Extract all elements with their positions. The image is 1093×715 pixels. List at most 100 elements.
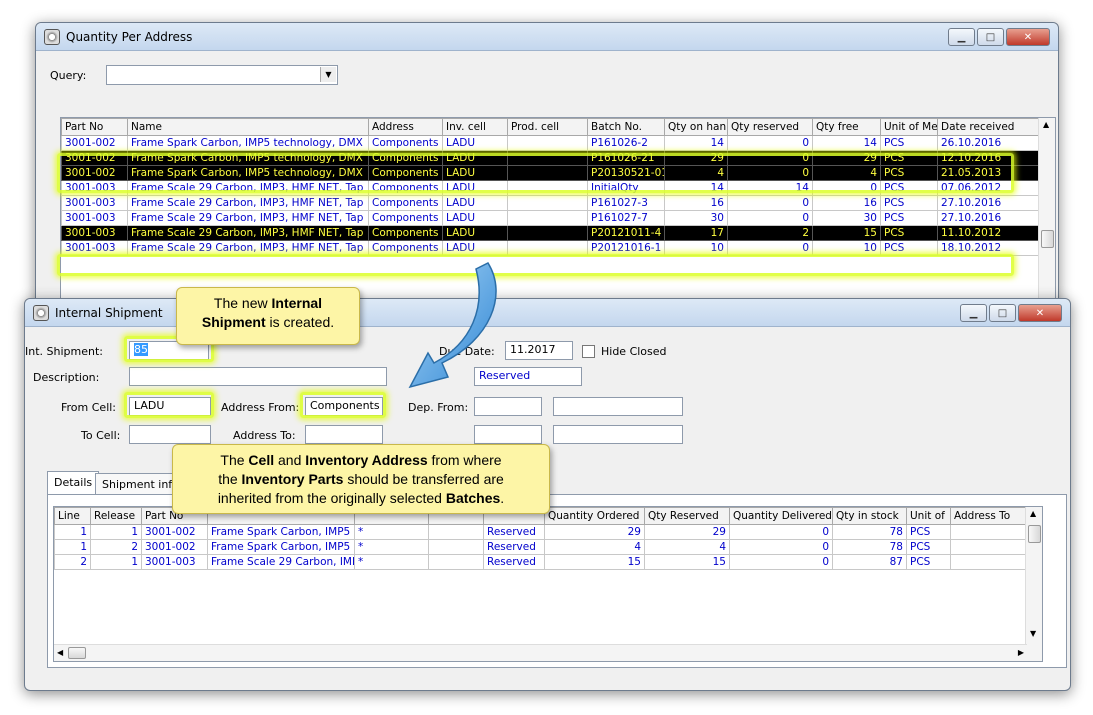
table-cell[interactable]: 3001-002 bbox=[61, 165, 128, 181]
table-cell[interactable]: Components bbox=[368, 195, 443, 211]
col-qty-free[interactable]: Qty free bbox=[812, 118, 881, 136]
table-cell[interactable]: P20130521-01 bbox=[587, 165, 665, 181]
table-cell[interactable]: 3001-003 bbox=[61, 240, 128, 256]
scroll-up-icon[interactable]: ▲ bbox=[1030, 509, 1036, 518]
is-vscrollbar[interactable]: ▲ ▼ bbox=[1025, 507, 1042, 661]
table-cell[interactable]: * bbox=[354, 539, 429, 555]
table-cell[interactable]: Frame Spark Carbon, IMP5 technology, DMX bbox=[127, 135, 369, 151]
table-cell[interactable]: Components bbox=[368, 165, 443, 181]
maximize-icon[interactable]: □ bbox=[977, 28, 1004, 46]
table-cell[interactable]: InitialQty bbox=[587, 180, 665, 196]
table-cell[interactable]: Frame Spark Carbon, IMP5 technology, DMX bbox=[127, 165, 369, 181]
table-cell[interactable]: Components bbox=[368, 210, 443, 226]
table-cell[interactable] bbox=[950, 539, 1027, 555]
table-cell[interactable]: LADU bbox=[442, 225, 508, 241]
table-cell[interactable]: 2 bbox=[727, 225, 813, 241]
table-cell[interactable]: 14 bbox=[664, 180, 728, 196]
table-cell[interactable]: 78 bbox=[832, 539, 907, 555]
table-cell[interactable]: 1 bbox=[54, 524, 91, 540]
col-part-no[interactable]: Part No bbox=[61, 118, 128, 136]
qpa-scrollbar[interactable]: ▲ bbox=[1038, 118, 1055, 320]
table-cell[interactable]: PCS bbox=[880, 165, 938, 181]
table-cell[interactable]: LADU bbox=[442, 210, 508, 226]
table-cell[interactable]: 17 bbox=[664, 225, 728, 241]
col-unit[interactable]: Unit of Me bbox=[880, 118, 938, 136]
from-cell-field[interactable]: LADU bbox=[129, 397, 211, 416]
col-batch-no[interactable]: Batch No. bbox=[587, 118, 665, 136]
scroll-right-icon[interactable]: ▶ bbox=[1018, 648, 1024, 657]
table-cell[interactable]: 07.06.2012 bbox=[937, 180, 1040, 196]
table-cell[interactable]: 10 bbox=[664, 240, 728, 256]
table-cell[interactable] bbox=[507, 165, 588, 181]
table-cell[interactable]: PCS bbox=[880, 135, 938, 151]
table-cell[interactable]: Components bbox=[368, 135, 443, 151]
table-cell[interactable]: 3001-003 bbox=[61, 180, 128, 196]
col-unit[interactable]: Unit of bbox=[906, 507, 951, 525]
is-hscrollbar[interactable]: ◀ ▶ bbox=[54, 644, 1027, 661]
chevron-down-icon[interactable]: ▼ bbox=[320, 67, 336, 82]
table-cell[interactable]: 18.10.2012 bbox=[937, 240, 1040, 256]
table-cell[interactable]: Components bbox=[368, 240, 443, 256]
minimize-icon[interactable]: ▁ bbox=[948, 28, 975, 46]
table-cell[interactable]: Frame Scale 29 Carbon, IMP3, HMF NET, Ta… bbox=[127, 240, 369, 256]
table-row[interactable]: 3001-002 Frame Spark Carbon, IMP5 technol… bbox=[61, 135, 1040, 151]
table-cell[interactable]: Frame Scale 29 Carbon, IMP3, HMF NET, Ta… bbox=[127, 225, 369, 241]
table-row[interactable]: 3001-003 Frame Scale 29 Carbon, IMP3, HMF… bbox=[61, 225, 1040, 241]
table-cell[interactable]: 3001-002 bbox=[141, 524, 208, 540]
table-row[interactable]: 1 1 3001-002 Frame Spark Carbon, IMP5 * Reser… bbox=[54, 524, 1027, 540]
table-cell[interactable]: 16 bbox=[812, 195, 881, 211]
table-cell[interactable]: 3001-003 bbox=[61, 225, 128, 241]
table-cell[interactable]: LADU bbox=[442, 180, 508, 196]
table-cell[interactable]: 1 bbox=[54, 539, 91, 555]
table-cell[interactable] bbox=[950, 524, 1027, 540]
table-cell[interactable] bbox=[507, 180, 588, 196]
table-cell[interactable]: 30 bbox=[664, 210, 728, 226]
to-cell-field[interactable] bbox=[129, 425, 211, 444]
table-cell[interactable] bbox=[428, 539, 484, 555]
table-cell[interactable]: PCS bbox=[880, 240, 938, 256]
table-cell[interactable]: P20121016-1 bbox=[587, 240, 665, 256]
table-cell[interactable]: 26.10.2016 bbox=[937, 135, 1040, 151]
table-cell[interactable]: 78 bbox=[832, 524, 907, 540]
table-cell[interactable] bbox=[507, 225, 588, 241]
col-date-received[interactable]: Date received bbox=[937, 118, 1040, 136]
table-cell[interactable]: PCS bbox=[906, 554, 951, 570]
query-combo[interactable]: ▼ bbox=[106, 65, 338, 85]
table-cell[interactable]: 29 bbox=[644, 524, 730, 540]
table-cell[interactable]: 29 bbox=[664, 150, 728, 166]
table-cell[interactable]: 27.10.2016 bbox=[937, 195, 1040, 211]
table-cell[interactable]: 30 bbox=[812, 210, 881, 226]
table-cell[interactable] bbox=[507, 195, 588, 211]
table-cell[interactable]: * bbox=[354, 554, 429, 570]
table-cell[interactable] bbox=[507, 240, 588, 256]
table-cell[interactable]: Components bbox=[368, 150, 443, 166]
table-cell[interactable] bbox=[950, 554, 1027, 570]
table-cell[interactable]: PCS bbox=[880, 210, 938, 226]
table-cell[interactable]: P161027-7 bbox=[587, 210, 665, 226]
table-row[interactable]: 3001-003 Frame Scale 29 Carbon, IMP3, HMF… bbox=[61, 195, 1040, 211]
table-cell[interactable]: Frame Scale 29 Carbon, IMI bbox=[207, 554, 355, 570]
table-cell[interactable]: LADU bbox=[442, 150, 508, 166]
table-row[interactable]: 1 2 3001-002 Frame Spark Carbon, IMP5 * Reser… bbox=[54, 539, 1027, 555]
dep-to-field[interactable] bbox=[474, 425, 542, 444]
table-cell[interactable]: Reserved bbox=[483, 524, 545, 540]
col-inv-cell[interactable]: Inv. cell bbox=[442, 118, 508, 136]
table-cell[interactable]: 29 bbox=[812, 150, 881, 166]
hscroll-thumb[interactable] bbox=[68, 647, 86, 659]
table-cell[interactable] bbox=[507, 210, 588, 226]
table-row[interactable]: 3001-003 Frame Scale 29 Carbon, IMP3, HMF… bbox=[61, 180, 1040, 196]
table-cell[interactable]: * bbox=[354, 524, 429, 540]
table-cell[interactable] bbox=[507, 135, 588, 151]
table-cell[interactable]: PCS bbox=[880, 180, 938, 196]
table-cell[interactable]: 0 bbox=[727, 135, 813, 151]
table-row[interactable]: 3001-002 Frame Spark Carbon, IMP5 technol… bbox=[61, 165, 1040, 181]
table-cell[interactable]: 0 bbox=[729, 539, 833, 555]
col-qty-reserved[interactable]: Qty Reserved bbox=[644, 507, 730, 525]
table-cell[interactable]: 0 bbox=[727, 240, 813, 256]
table-cell[interactable]: 0 bbox=[729, 524, 833, 540]
table-row[interactable]: 2 1 3001-003 Frame Scale 29 Carbon, IMI * Res… bbox=[54, 554, 1027, 570]
table-cell[interactable]: 3001-003 bbox=[141, 554, 208, 570]
table-cell[interactable]: 3001-003 bbox=[61, 210, 128, 226]
table-cell[interactable]: 0 bbox=[727, 150, 813, 166]
table-cell[interactable]: LADU bbox=[442, 195, 508, 211]
